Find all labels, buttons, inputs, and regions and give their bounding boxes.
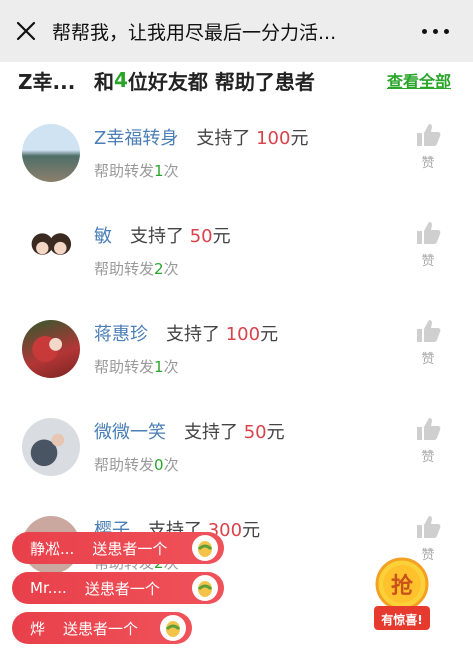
list-item: 蒋惠珍 支持了 100元 帮助转发1次 赞	[0, 296, 473, 394]
supporter-list: Z幸福转身 支持了 100元 帮助转发1次 赞 敏支持了 50元 帮助转发2次 赞…	[0, 100, 473, 590]
grab-char: 抢	[391, 573, 414, 599]
summary-rest: 位好友都 帮助了患者	[127, 69, 315, 94]
thumbs-up-icon	[417, 418, 441, 440]
list-item: Z幸福转身 支持了 100元 帮助转发1次 赞	[0, 100, 473, 198]
support-amount: 100	[225, 324, 261, 345]
toast-name: 静凇...	[30, 539, 75, 558]
support-line: 蒋惠珍 支持了 100元	[94, 320, 278, 346]
like-label: 赞	[421, 254, 435, 269]
amount-unit: 元	[260, 324, 279, 345]
share-prefix: 帮助转发	[94, 162, 155, 180]
grab-surprise-button[interactable]: 抢 有惊喜!	[368, 556, 436, 634]
support-amount: 50	[243, 422, 267, 443]
share-suffix: 次	[163, 260, 179, 278]
like-button[interactable]: 赞	[413, 318, 443, 367]
thumbs-up-icon	[417, 516, 441, 538]
more-dots-icon-dot	[432, 28, 438, 34]
like-button[interactable]: 赞	[413, 122, 443, 171]
share-prefix: 帮助转发	[94, 358, 155, 376]
see-all-link[interactable]: 查看全部	[387, 68, 451, 92]
gift-toast: Mr.... 送患者一个	[12, 572, 224, 604]
share-times: 1	[154, 162, 164, 180]
amount-unit: 元	[242, 520, 261, 541]
share-prefix: 帮助转发	[94, 260, 155, 278]
avatar[interactable]	[22, 418, 80, 476]
support-line: Z幸福转身 支持了 100元	[94, 124, 308, 150]
gift-toast: 烨 送患者一个	[12, 612, 192, 644]
like-label: 赞	[421, 450, 435, 465]
support-amount: 50	[189, 226, 213, 247]
support-line: 微微一笑 支持了 50元	[94, 418, 285, 444]
more-dots-icon-dot	[443, 28, 449, 34]
share-line: 帮助转发1次	[94, 356, 179, 377]
support-label: 支持了	[184, 422, 238, 443]
share-prefix: 帮助转发	[94, 456, 155, 474]
like-button[interactable]: 赞	[413, 220, 443, 269]
more-dots-icon	[421, 28, 427, 34]
egg-icon	[192, 575, 218, 601]
share-times: 0	[154, 456, 164, 474]
thumbs-up-icon	[417, 124, 441, 146]
more-button[interactable]	[415, 14, 455, 48]
support-line: 敏支持了 50元	[94, 222, 231, 248]
like-label: 赞	[421, 156, 435, 171]
share-suffix: 次	[163, 456, 179, 474]
toast-name: Mr....	[30, 579, 67, 597]
share-line: 帮助转发1次	[94, 160, 179, 181]
support-label: 支持了	[130, 226, 184, 247]
summary-count: 4	[114, 68, 128, 92]
toast-name: 烨	[30, 619, 46, 638]
summary-first-name: Z幸...	[18, 69, 76, 94]
amount-unit: 元	[266, 422, 285, 443]
toast-text: 送患者一个	[63, 619, 139, 638]
close-icon	[16, 21, 36, 41]
thumbs-up-icon	[417, 320, 441, 342]
thumbs-up-icon	[417, 222, 441, 244]
share-line: 帮助转发2次	[94, 258, 179, 279]
share-times: 2	[154, 260, 164, 278]
avatar[interactable]	[22, 320, 80, 378]
share-suffix: 次	[163, 162, 179, 180]
amount-unit: 元	[290, 128, 309, 149]
avatar[interactable]	[22, 222, 80, 280]
share-times: 1	[154, 358, 164, 376]
support-label: 支持了	[196, 128, 251, 149]
helpers-summary: Z幸... 和 4 位好友都 帮助了患者 查看全部	[0, 62, 473, 98]
page-title: 帮帮我，让我用尽最后一分力活...	[52, 21, 337, 44]
egg-icon	[192, 535, 218, 561]
support-label: 支持了	[166, 324, 220, 345]
toast-text: 送患者一个	[92, 539, 168, 558]
grab-label: 有惊喜!	[381, 612, 422, 627]
supporter-name[interactable]: 微微一笑	[94, 422, 166, 443]
toast-text: 送患者一个	[84, 579, 160, 598]
grab-icon: 抢 有惊喜!	[374, 557, 430, 630]
nav-bar: 帮帮我，让我用尽最后一分力活...	[0, 0, 473, 62]
support-amount: 100	[256, 128, 291, 149]
egg-icon	[160, 615, 186, 641]
close-button[interactable]	[0, 0, 52, 62]
amount-unit: 元	[212, 226, 231, 247]
share-suffix: 次	[163, 358, 179, 376]
summary-and: 和	[94, 69, 114, 94]
like-label: 赞	[421, 352, 435, 367]
gift-toast: 静凇... 送患者一个	[12, 532, 224, 564]
list-item: 微微一笑 支持了 50元 帮助转发0次 赞	[0, 394, 473, 492]
list-item: 敏支持了 50元 帮助转发2次 赞	[0, 198, 473, 296]
supporter-name[interactable]: 蒋惠珍	[94, 324, 148, 345]
supporter-name[interactable]: Z幸福转身	[94, 128, 178, 149]
like-button[interactable]: 赞	[413, 416, 443, 465]
share-line: 帮助转发0次	[94, 454, 179, 475]
avatar[interactable]	[22, 124, 80, 182]
supporter-name[interactable]: 敏	[94, 226, 112, 247]
